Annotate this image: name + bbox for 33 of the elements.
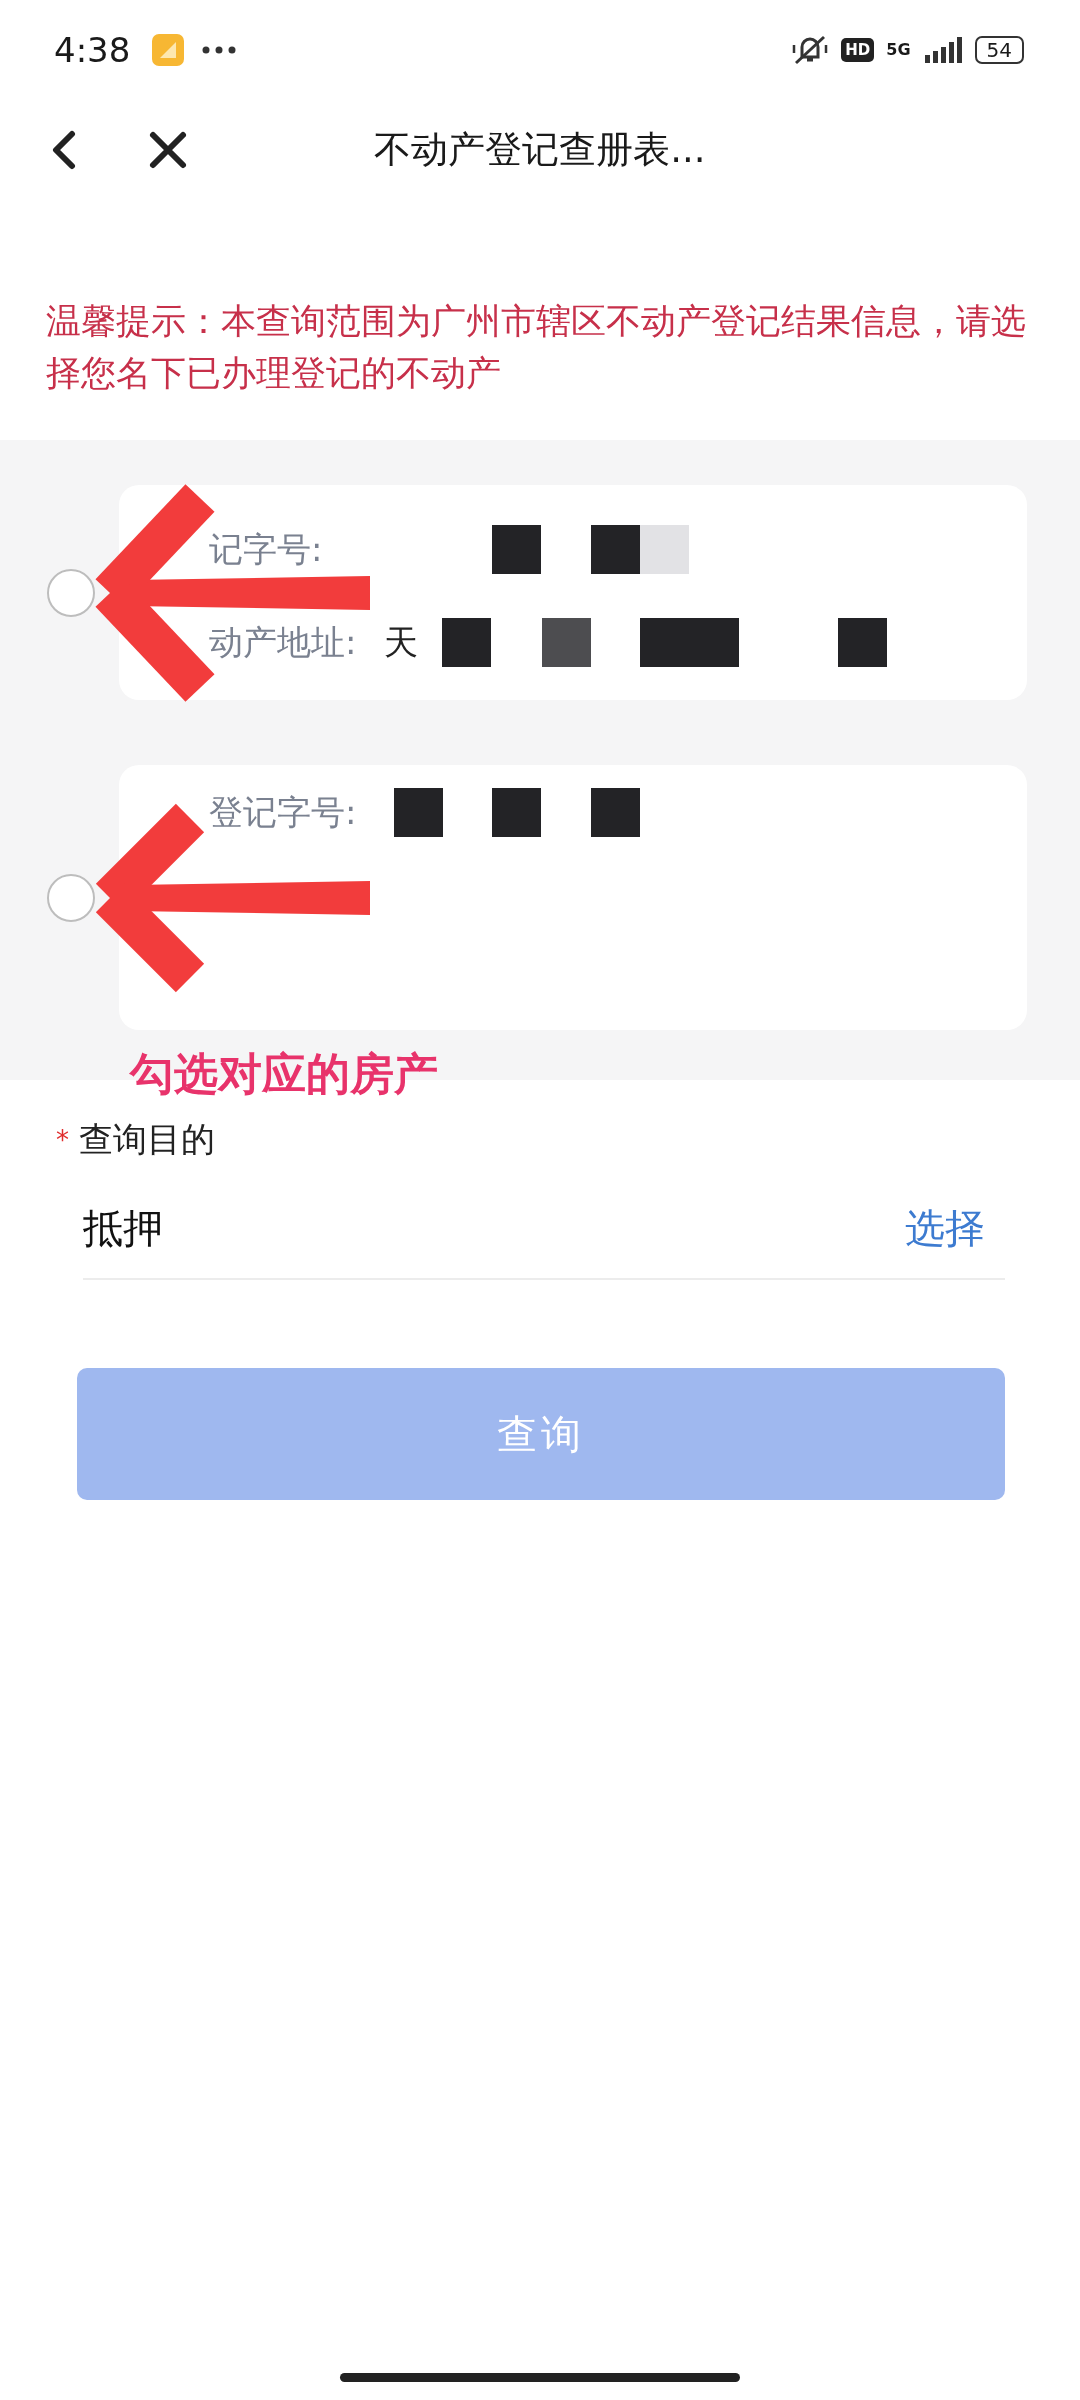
radio-button[interactable] [47, 568, 95, 617]
redaction-block [591, 525, 640, 574]
select-link[interactable]: 选择 [905, 1200, 985, 1256]
address-value: 天 [384, 620, 418, 664]
redaction-block [838, 618, 887, 667]
app-icon [152, 34, 185, 66]
close-button[interactable] [148, 130, 188, 170]
redaction-block [542, 618, 591, 667]
page-title: 不动产登记查册表... [374, 128, 706, 171]
redaction-block [442, 618, 491, 667]
signal-icon [922, 37, 963, 63]
redaction-block [591, 788, 640, 837]
purpose-value: 抵押 [83, 1203, 163, 1253]
notice-text: 温馨提示：本查询范围为广州市辖区不动产登记结果信息，请选择您名下已办理登记的不动产 [46, 300, 1027, 395]
field-label: 查询目的 [79, 1118, 215, 1161]
redaction-block [492, 525, 541, 574]
record-card[interactable]: 记字号: 动产地址: 天 [119, 485, 1027, 700]
more-icon [202, 46, 237, 54]
required-mark: * [56, 1125, 69, 1155]
hd-badge: HD [841, 38, 875, 62]
redaction-block [394, 788, 443, 837]
network-type: 5G [886, 42, 911, 58]
registration-number-label: 登记字号: [209, 790, 358, 834]
redaction-block [492, 788, 541, 837]
muted-bell-icon [791, 33, 830, 67]
clock: 4:38 [54, 30, 131, 70]
annotation-text: 勾选对应的房产 [130, 1047, 438, 1101]
radio-button[interactable] [47, 873, 95, 922]
record-card[interactable]: 登记字号: [119, 765, 1027, 1030]
battery-indicator: 54 [974, 36, 1024, 64]
registration-number-label: 记字号: [209, 527, 324, 571]
address-label: 动产地址: [209, 620, 358, 664]
redaction-block [640, 525, 689, 574]
